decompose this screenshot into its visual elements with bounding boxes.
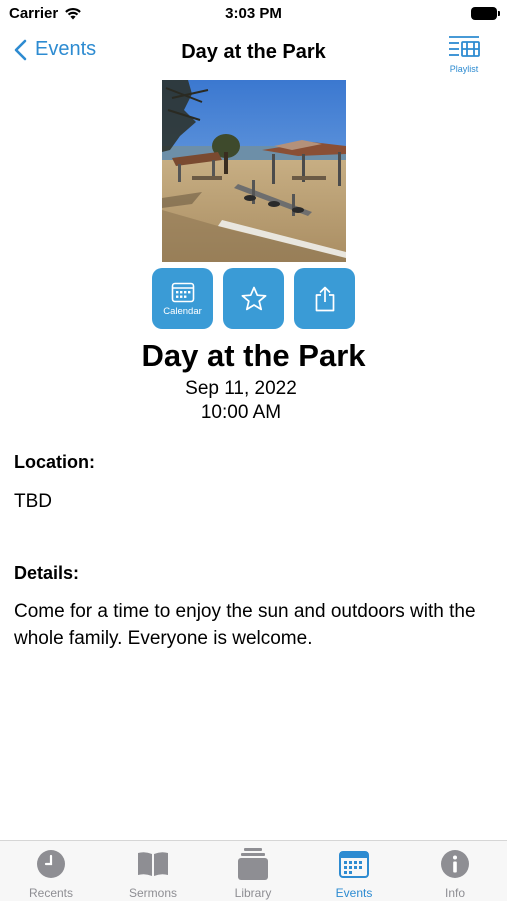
calendar-icon (171, 282, 194, 302)
tab-events[interactable]: Events (309, 849, 399, 900)
event-time: 10:00 AM (200, 402, 282, 423)
status-time: 3:03 PM (225, 5, 282, 22)
tab-recents-label: Recents (28, 886, 74, 900)
location-heading: Location: (14, 452, 95, 472)
clock-icon (37, 850, 65, 878)
calendar-icon (339, 851, 369, 878)
library-icon (238, 848, 268, 880)
tab-info-label: Info (444, 886, 465, 900)
tab-bar: Recents Sermons Library Events Info (0, 840, 507, 901)
star-icon (241, 286, 266, 310)
favorite-button[interactable] (223, 268, 284, 329)
status-bar: Carrier 3:03 PM (0, 0, 507, 30)
battery-icon (471, 7, 500, 20)
tab-sermons-label: Sermons (128, 886, 178, 900)
tab-sermons[interactable]: Sermons (108, 849, 198, 900)
navigation-bar: Events Day at the Park Playlist (0, 30, 507, 76)
share-icon (315, 286, 334, 311)
event-photo (162, 80, 346, 262)
tab-library-label: Library (234, 886, 272, 900)
tab-recents[interactable]: Recents (6, 849, 96, 900)
calendar-button-label: Calendar (163, 305, 202, 317)
details-text: Come for a time to enjoy the sun and out… (14, 601, 476, 649)
details-heading: Details: (14, 563, 80, 583)
tab-library[interactable]: Library (208, 848, 298, 900)
add-to-calendar-button[interactable]: Calendar (152, 268, 213, 329)
share-button[interactable] (294, 268, 355, 329)
tab-info[interactable]: Info (410, 849, 500, 900)
action-buttons: Calendar (152, 268, 356, 330)
playlist-icon (449, 36, 480, 57)
location-value: TBD (14, 491, 52, 512)
event-title: Day at the Park (141, 338, 366, 373)
info-icon (441, 850, 469, 878)
playlist-label: Playlist (449, 64, 479, 74)
page-title: Day at the Park (181, 41, 326, 63)
playlist-button[interactable]: Playlist (447, 34, 481, 74)
event-date: Sep 11, 2022 (185, 378, 297, 399)
book-icon (138, 852, 168, 876)
tab-events-label: Events (335, 886, 373, 900)
